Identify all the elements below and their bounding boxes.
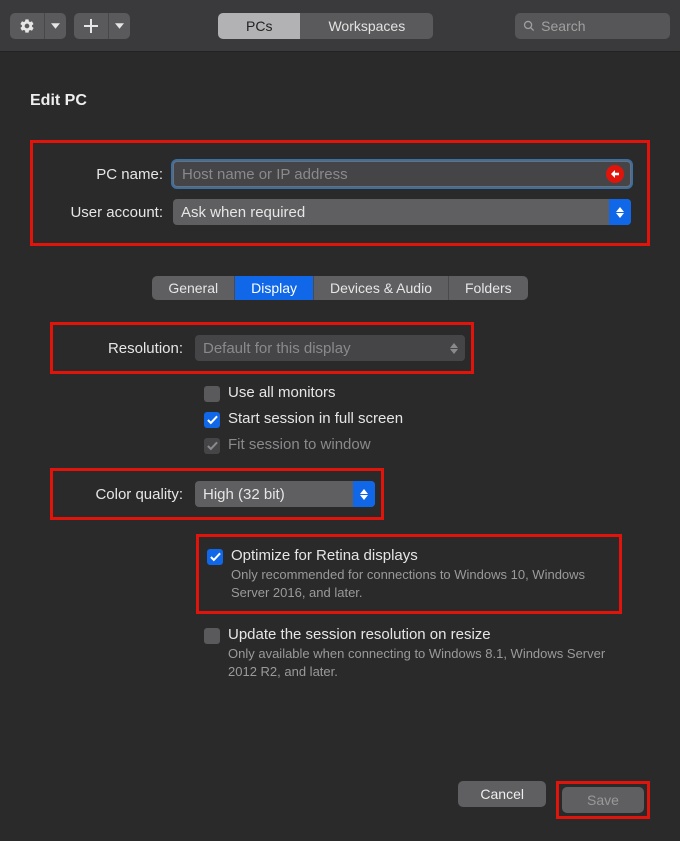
tab-display[interactable]: Display xyxy=(235,276,314,300)
checkbox-sublabel: Only available when connecting to Window… xyxy=(228,645,608,680)
select-stepper-icon xyxy=(443,335,465,361)
select-stepper-icon xyxy=(353,481,375,507)
checkbox-icon xyxy=(204,412,220,428)
checkbox-full-screen[interactable]: Start session in full screen xyxy=(204,410,630,428)
tab-devices-audio[interactable]: Devices & Audio xyxy=(314,276,449,300)
settings-dropdown[interactable] xyxy=(44,13,66,39)
segment-pcs[interactable]: PCs xyxy=(218,13,300,39)
resolution-select[interactable]: Default for this display xyxy=(195,335,465,361)
save-button[interactable]: Save xyxy=(562,787,644,813)
pc-name-label: PC name: xyxy=(43,166,173,183)
checkbox-update-resolution[interactable]: Update the session resolution on resize … xyxy=(204,626,630,680)
chevron-down-icon xyxy=(51,23,60,29)
checkbox-label: Fit session to window xyxy=(228,436,371,453)
pc-name-field[interactable] xyxy=(173,161,631,187)
checkbox-use-all-monitors[interactable]: Use all monitors xyxy=(204,384,630,402)
resolution-label: Resolution: xyxy=(55,340,195,357)
highlight-save: Save xyxy=(556,781,650,819)
resolution-value: Default for this display xyxy=(203,340,351,357)
checkbox-label: Optimize for Retina displays xyxy=(231,547,611,564)
highlight-connection-settings: PC name: User account: Ask when required xyxy=(30,140,650,246)
checkbox-icon xyxy=(204,386,220,402)
segment-workspaces[interactable]: Workspaces xyxy=(300,13,433,39)
edit-pc-sheet: Edit PC PC name: User account: Ask when … xyxy=(0,52,680,680)
chevron-down-icon xyxy=(115,23,124,29)
arrow-left-icon xyxy=(610,169,620,179)
settings-tabs-panel: General Display Devices & Audio Folders … xyxy=(30,276,650,680)
highlight-resolution: Resolution: Default for this display xyxy=(50,322,474,374)
color-quality-select[interactable]: High (32 bit) xyxy=(195,481,375,507)
checkbox-sublabel: Only recommended for connections to Wind… xyxy=(231,566,611,601)
checkbox-label: Start session in full screen xyxy=(228,410,403,427)
settings-button[interactable] xyxy=(10,13,44,39)
gear-icon xyxy=(19,18,35,34)
tab-general[interactable]: General xyxy=(152,276,235,300)
view-segment: PCs Workspaces xyxy=(218,13,433,39)
search-icon xyxy=(523,19,535,33)
color-quality-label: Color quality: xyxy=(55,486,195,503)
add-button[interactable] xyxy=(74,13,108,39)
search-field[interactable] xyxy=(515,13,670,39)
user-account-value: Ask when required xyxy=(181,204,305,221)
settings-tabs: General Display Devices & Audio Folders xyxy=(152,276,527,300)
user-account-select[interactable]: Ask when required xyxy=(173,199,631,225)
check-icon xyxy=(207,441,218,451)
checkbox-fit-window: Fit session to window xyxy=(204,436,630,454)
color-quality-value: High (32 bit) xyxy=(203,486,285,503)
check-icon xyxy=(210,552,221,562)
checkbox-icon xyxy=(204,438,220,454)
checkbox-icon xyxy=(204,628,220,644)
footer-buttons: Cancel Save xyxy=(458,781,650,819)
checkbox-label: Update the session resolution on resize xyxy=(228,626,608,643)
search-input[interactable] xyxy=(541,18,662,34)
toolbar: PCs Workspaces xyxy=(0,0,680,52)
plus-icon xyxy=(84,19,98,33)
cancel-button[interactable]: Cancel xyxy=(458,781,546,807)
pc-name-input[interactable] xyxy=(182,166,622,183)
checkbox-icon xyxy=(207,549,223,565)
add-dropdown[interactable] xyxy=(108,13,130,39)
checkbox-retina[interactable]: Optimize for Retina displays Only recomm… xyxy=(207,547,611,601)
check-icon xyxy=(207,415,218,425)
checkbox-label: Use all monitors xyxy=(228,384,336,401)
sheet-title: Edit PC xyxy=(30,92,650,110)
error-badge xyxy=(606,165,624,183)
highlight-color-quality: Color quality: High (32 bit) xyxy=(50,468,384,520)
select-stepper-icon xyxy=(609,199,631,225)
user-account-label: User account: xyxy=(43,204,173,221)
tab-folders[interactable]: Folders xyxy=(449,276,528,300)
highlight-retina: Optimize for Retina displays Only recomm… xyxy=(196,534,622,614)
